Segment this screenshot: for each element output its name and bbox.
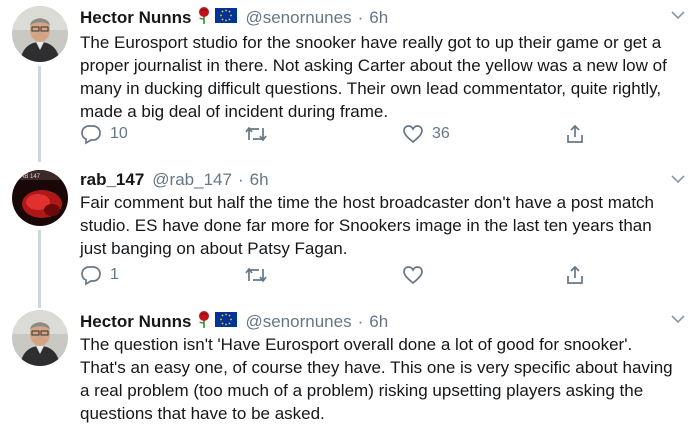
- rose-icon: [197, 310, 211, 333]
- share-icon: [567, 265, 583, 284]
- retweet-icon: [245, 267, 267, 283]
- rose-icon: [197, 6, 211, 29]
- avatar[interactable]: [12, 6, 68, 62]
- avatar[interactable]: RAB 147: [12, 170, 68, 226]
- tweet-header: Hector Nunns @senornunes · 6h: [80, 6, 388, 29]
- reply-count: 10: [110, 125, 128, 142]
- separator-dot: ·: [237, 170, 244, 189]
- eu-flag-icon: [215, 7, 238, 28]
- reply-icon: [81, 266, 101, 286]
- tweet-actions: 10 36: [80, 123, 600, 149]
- tweet-actions: 1: [80, 264, 600, 290]
- eu-flag-icon: [215, 311, 238, 332]
- share-icon: [567, 124, 583, 143]
- tweet[interactable]: Hector Nunns @senornunes · 6h The Eurosp…: [0, 0, 699, 160]
- share-button[interactable]: [564, 264, 586, 286]
- separator-dot: ·: [357, 311, 364, 331]
- chevron-down-icon[interactable]: [671, 174, 685, 184]
- retweet-button[interactable]: [244, 123, 276, 145]
- reply-icon: [81, 125, 101, 145]
- user-handle[interactable]: @senornunes: [245, 8, 351, 28]
- heart-icon: [403, 266, 423, 285]
- timestamp[interactable]: 6h: [369, 312, 388, 332]
- like-button[interactable]: 36: [402, 123, 450, 145]
- display-name[interactable]: rab_147: [80, 170, 144, 190]
- tweet-text: The Eurosport studio for the snooker hav…: [80, 33, 667, 121]
- chevron-down-icon[interactable]: [671, 314, 685, 324]
- timestamp[interactable]: 6h: [369, 8, 388, 28]
- user-handle[interactable]: @senornunes: [245, 312, 351, 332]
- tweet-text: The question isn't 'Have Eurosport overa…: [80, 335, 673, 423]
- tweet-text: Fair comment but half the time the host …: [80, 193, 654, 258]
- display-name[interactable]: Hector Nunns: [80, 8, 191, 28]
- user-handle[interactable]: @rab_147: [152, 170, 232, 190]
- separator-dot: ·: [357, 7, 364, 27]
- svg-text:RAB 147: RAB 147: [16, 174, 41, 180]
- tweet[interactable]: Hector Nunns @senornunes · 6h The questi…: [0, 306, 699, 426]
- like-count: 36: [432, 125, 450, 142]
- tweet[interactable]: RAB 147 rab_147 @rab_147 · 6h Fair comme…: [0, 164, 699, 300]
- timestamp[interactable]: 6h: [250, 170, 269, 190]
- tweet-header: Hector Nunns @senornunes · 6h: [80, 310, 388, 333]
- display-name[interactable]: Hector Nunns: [80, 312, 191, 332]
- share-button[interactable]: [564, 123, 586, 145]
- tweet-header: rab_147 @rab_147 · 6h: [80, 170, 269, 190]
- reply-button[interactable]: 1: [80, 264, 119, 286]
- chevron-down-icon[interactable]: [671, 10, 685, 20]
- retweet-icon: [245, 126, 267, 142]
- like-button[interactable]: [402, 264, 432, 286]
- avatar[interactable]: [12, 310, 68, 366]
- heart-icon: [403, 125, 423, 144]
- reply-button[interactable]: 10: [80, 123, 128, 145]
- retweet-button[interactable]: [244, 264, 276, 286]
- reply-count: 1: [110, 266, 119, 283]
